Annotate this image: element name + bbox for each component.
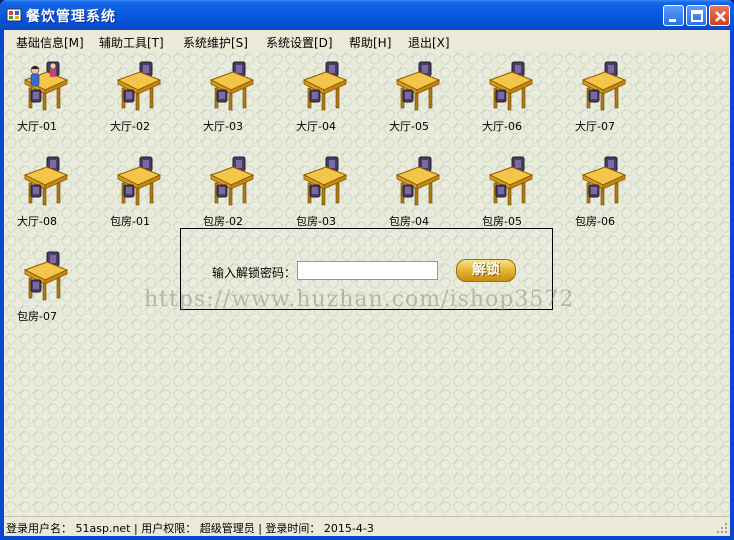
- menu-settings[interactable]: 系统设置[D]: [262, 33, 337, 52]
- menu-maintenance[interactable]: 系统维护[S]: [179, 33, 252, 52]
- table-tile[interactable]: 大厅-03: [203, 60, 263, 138]
- menu-help[interactable]: 帮助[H]: [345, 33, 395, 52]
- unlock-label: 输入解锁密码：: [212, 266, 297, 280]
- table-tile[interactable]: 包房-02: [203, 155, 263, 233]
- maximize-icon: [691, 10, 703, 22]
- dining-table-icon: [395, 61, 441, 111]
- table-tile[interactable]: 大厅-01: [17, 60, 77, 138]
- table-tile[interactable]: 大厅-02: [110, 60, 170, 138]
- dining-table-icon: [395, 156, 441, 206]
- dining-table-icon: [581, 156, 627, 206]
- dining-table-icon: [116, 156, 162, 206]
- unlock-password-input[interactable]: [297, 261, 438, 280]
- status-text: 登录用户名： 51asp.net | 用户权限： 超级管理员 | 登录时间： 2…: [6, 522, 374, 535]
- table-label: 大厅-01: [17, 120, 57, 133]
- table-label: 大厅-06: [482, 120, 522, 133]
- menu-exit[interactable]: 退出[X]: [404, 33, 454, 52]
- menu-bar: 基础信息[M] 辅助工具[T] 系统维护[S] 系统设置[D] 帮助[H] 退出…: [4, 30, 730, 52]
- table-tile[interactable]: 大厅-04: [296, 60, 356, 138]
- dining-table-icon: [209, 61, 255, 111]
- dining-table-icon: [23, 251, 69, 301]
- table-label: 大厅-03: [203, 120, 243, 133]
- table-label: 大厅-07: [575, 120, 615, 133]
- table-label: 包房-04: [389, 215, 429, 228]
- table-floor: 大厅-01 大厅-02 大厅-03 大厅-04 大厅-05 大厅-06 大厅-07 大厅-08…: [4, 52, 730, 516]
- menu-tools[interactable]: 辅助工具[T]: [95, 33, 168, 52]
- maximize-button[interactable]: [686, 5, 707, 26]
- dining-table-icon: [302, 61, 348, 111]
- unlock-button[interactable]: 解锁: [456, 259, 516, 282]
- dining-table-icon: [488, 156, 534, 206]
- minimize-icon: [669, 19, 676, 22]
- table-tile[interactable]: 包房-05: [482, 155, 542, 233]
- table-tile[interactable]: 大厅-05: [389, 60, 449, 138]
- dining-table-icon: [209, 156, 255, 206]
- window-frame-bottom: [0, 536, 734, 540]
- window-title: 餐饮管理系统: [26, 9, 116, 25]
- table-label: 包房-06: [575, 215, 615, 228]
- table-label: 大厅-08: [17, 215, 57, 228]
- app-window: 餐饮管理系统 基础信息[M] 辅助工具[T] 系统维护[S] 系统设置[D] 帮…: [0, 0, 734, 540]
- close-icon: [715, 11, 726, 22]
- menu-basic-info[interactable]: 基础信息[M]: [12, 33, 88, 52]
- dining-table-icon: [116, 61, 162, 111]
- table-tile[interactable]: 包房-03: [296, 155, 356, 233]
- table-label: 包房-05: [482, 215, 522, 228]
- dining-table-icon: [488, 61, 534, 111]
- resize-grip-icon[interactable]: [716, 522, 728, 534]
- window-frame-right: [730, 30, 734, 540]
- table-label: 包房-02: [203, 215, 243, 228]
- table-label: 大厅-05: [389, 120, 429, 133]
- status-bar: 登录用户名： 51asp.net | 用户权限： 超级管理员 | 登录时间： 2…: [4, 516, 730, 536]
- table-label: 包房-07: [17, 310, 57, 323]
- minimize-button[interactable]: [663, 5, 684, 26]
- table-label: 大厅-02: [110, 120, 150, 133]
- table-label: 包房-01: [110, 215, 150, 228]
- table-tile[interactable]: 包房-04: [389, 155, 449, 233]
- table-tile[interactable]: 大厅-08: [17, 155, 77, 233]
- table-tile[interactable]: 包房-01: [110, 155, 170, 233]
- table-tile[interactable]: 包房-06: [575, 155, 635, 233]
- title-bar[interactable]: 餐饮管理系统: [0, 0, 734, 30]
- client-area: 基础信息[M] 辅助工具[T] 系统维护[S] 系统设置[D] 帮助[H] 退出…: [4, 30, 730, 536]
- table-tile[interactable]: 大厅-07: [575, 60, 635, 138]
- dining-table-icon: [23, 156, 69, 206]
- occupied-table-icon: [23, 61, 69, 111]
- close-button[interactable]: [709, 5, 730, 26]
- table-tile[interactable]: 包房-07: [17, 250, 77, 328]
- dining-table-icon: [302, 156, 348, 206]
- table-tile[interactable]: 大厅-06: [482, 60, 542, 138]
- table-label: 大厅-04: [296, 120, 336, 133]
- dining-table-icon: [581, 61, 627, 111]
- table-label: 包房-03: [296, 215, 336, 228]
- app-icon: [6, 8, 22, 22]
- unlock-panel: 输入解锁密码： 解锁: [180, 228, 553, 310]
